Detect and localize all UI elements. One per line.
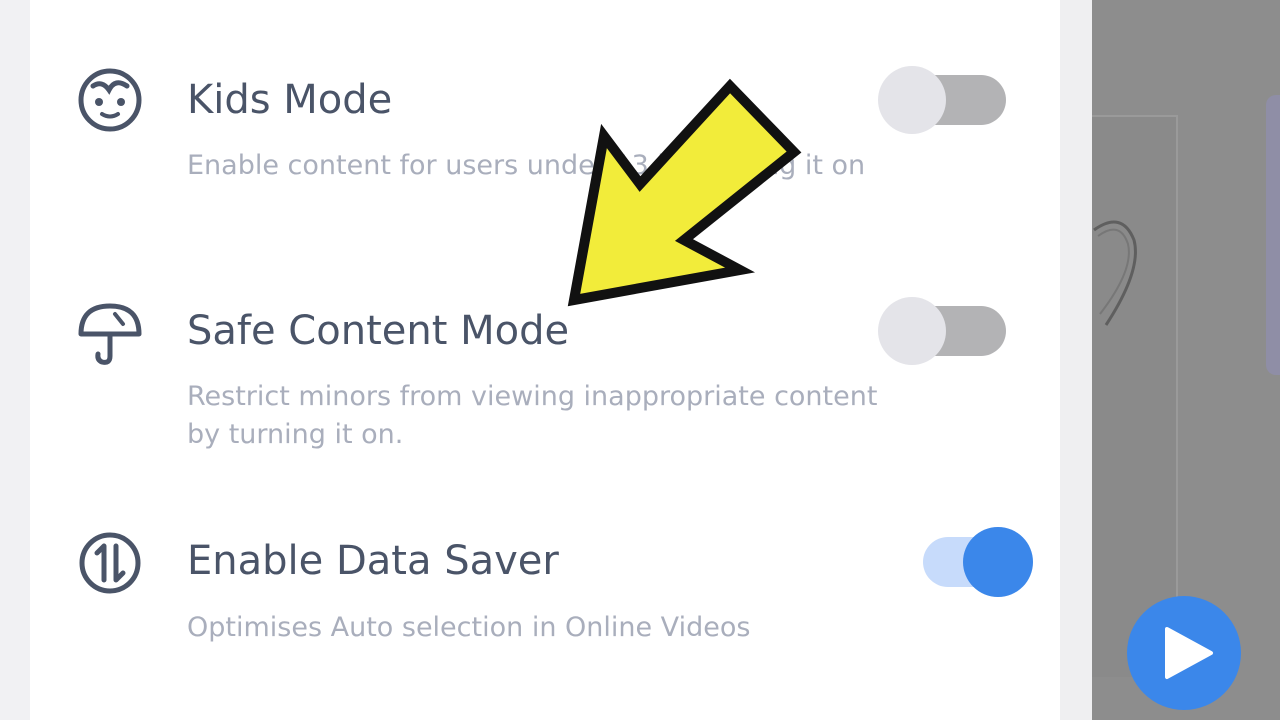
safe-content-mode-title: Safe Content Mode xyxy=(187,308,570,354)
left-gutter xyxy=(0,0,30,720)
umbrella-icon xyxy=(75,298,145,368)
safe-content-mode-toggle[interactable] xyxy=(878,296,1018,366)
data-saver-toggle[interactable] xyxy=(891,527,1033,597)
safe-content-mode-description: Restrict minors from viewing inappropria… xyxy=(187,381,878,450)
background-edge xyxy=(1266,95,1280,375)
settings-panel: Kids Mode Enable content for users under… xyxy=(30,0,1060,720)
toggle-knob xyxy=(963,527,1033,597)
data-saver-description: Optimises Auto selection in Online Video… xyxy=(187,612,751,643)
settings-screen: Kids Mode Enable content for users under… xyxy=(0,0,1280,720)
play-button[interactable] xyxy=(1127,596,1241,710)
yellow-arrow-annotation xyxy=(567,78,802,307)
background-card xyxy=(1092,115,1178,677)
data-saver-title: Enable Data Saver xyxy=(187,538,559,584)
kids-mode-title: Kids Mode xyxy=(187,77,393,123)
kids-mode-toggle[interactable] xyxy=(878,65,1018,135)
background-sketch xyxy=(1093,220,1137,326)
data-transfer-icon xyxy=(75,528,145,598)
toggle-knob xyxy=(878,297,946,365)
play-icon xyxy=(1165,627,1213,679)
toggle-knob xyxy=(878,66,946,134)
baby-face-icon xyxy=(75,64,145,134)
panel-edge xyxy=(1060,0,1092,720)
